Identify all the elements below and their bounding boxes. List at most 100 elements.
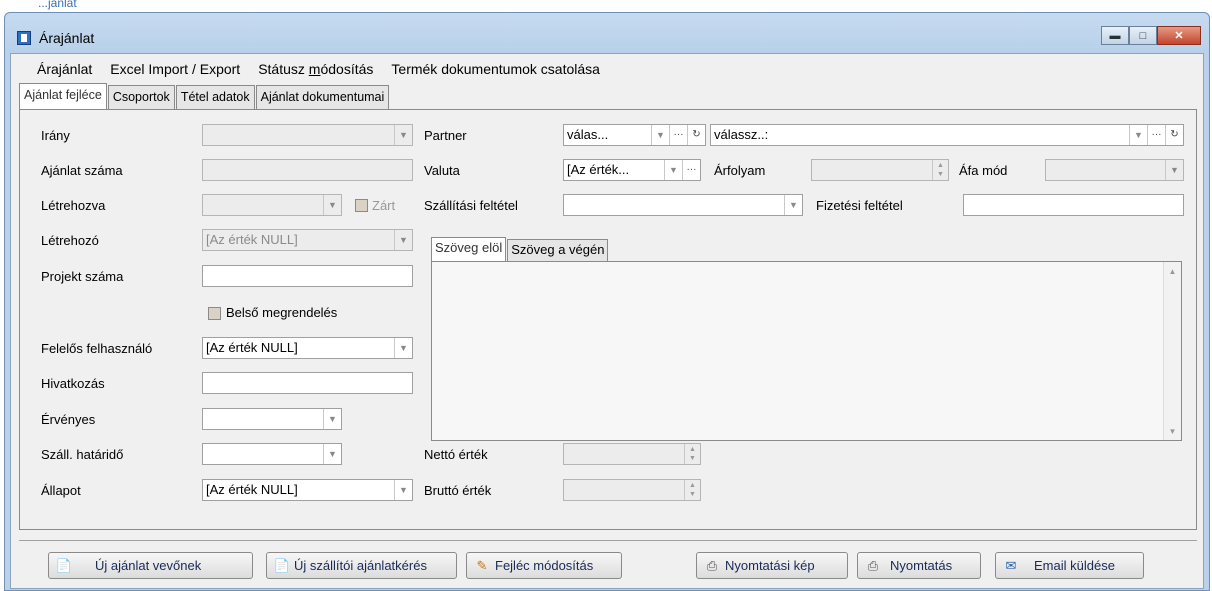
vertical-scrollbar[interactable]: ▲ ▼ bbox=[1163, 262, 1181, 440]
brutto-ertek-field[interactable]: ▲ ▼ bbox=[563, 479, 701, 501]
fizetesi-feltetel-field[interactable] bbox=[963, 194, 1184, 216]
chevron-down-icon: ▼ bbox=[323, 444, 341, 464]
scroll-up-icon[interactable]: ▲ bbox=[1164, 262, 1181, 280]
maximize-button[interactable]: □ bbox=[1129, 26, 1157, 45]
ajanlat-szama-field[interactable] bbox=[202, 159, 413, 181]
valuta-label: Valuta bbox=[424, 163, 460, 178]
menu-arajanlat[interactable]: Árajánlat bbox=[37, 61, 92, 77]
belso-megrendeles-checkbox[interactable] bbox=[208, 307, 221, 320]
app-window: Árajánlat ▬ □ ✕ Árajánlat Excel Import /… bbox=[4, 12, 1210, 591]
text-tabs: Szöveg elöl Szöveg a végén bbox=[431, 237, 609, 261]
fizetesi-feltetel-label: Fizetési feltétel bbox=[816, 198, 903, 213]
projekt-szama-label: Projekt száma bbox=[41, 269, 124, 284]
chevron-down-icon: ▼ bbox=[784, 195, 802, 215]
afa-mod-select[interactable]: ▼ bbox=[1045, 159, 1184, 181]
projekt-szama-field[interactable] bbox=[202, 265, 413, 287]
szall-hatarido-label: Száll. határidő bbox=[41, 447, 124, 462]
partner-name-select[interactable]: válassz..: ▼ ··· ↻ bbox=[710, 124, 1184, 146]
print-icon: ⎙ bbox=[867, 557, 879, 573]
netto-ertek-label: Nettó érték bbox=[424, 447, 488, 462]
ervenyes-date[interactable]: ▼ bbox=[202, 408, 342, 430]
menu-termek-dokumentumok[interactable]: Termék dokumentumok csatolása bbox=[391, 61, 600, 77]
nyomtatas-button[interactable]: ⎙ Nyomtatás bbox=[857, 552, 981, 579]
background-window-text: ...jánlat bbox=[38, 0, 77, 10]
fejlec-modositas-label: Fejléc módosítás bbox=[495, 558, 594, 573]
ellipsis-icon[interactable]: ··· bbox=[682, 160, 700, 180]
allapot-select[interactable]: [Az érték NULL] ▼ bbox=[202, 479, 413, 501]
new-offer-icon: 📄 bbox=[55, 557, 73, 573]
uj-szallitoi-ajanlatkeres-button[interactable]: 📄 Új szállítói ajánlatkérés bbox=[266, 552, 457, 579]
hivatkozas-label: Hivatkozás bbox=[41, 376, 105, 391]
tab-szoveg-elol[interactable]: Szöveg elöl bbox=[431, 237, 507, 261]
nyomtatas-label: Nyomtatás bbox=[890, 558, 953, 573]
nyomtatasi-kep-button[interactable]: ⎙ Nyomtatási kép bbox=[696, 552, 848, 579]
menu-excel-import-export[interactable]: Excel Import / Export bbox=[110, 61, 240, 77]
title-bar[interactable]: Árajánlat ▬ □ ✕ bbox=[5, 13, 1209, 53]
belso-megrendeles-label: Belső megrendelés bbox=[226, 305, 338, 320]
ellipsis-icon[interactable]: ··· bbox=[1147, 125, 1165, 145]
chevron-down-icon: ▼ bbox=[394, 230, 412, 250]
bottom-toolbar: 📄 Új ajánlat vevőnek 📄 Új szállítói aján… bbox=[19, 540, 1197, 584]
letrehozva-label: Létrehozva bbox=[41, 198, 106, 213]
menu-bar: Árajánlat Excel Import / Export Státusz … bbox=[11, 54, 1203, 84]
uj-ajanlat-vevonek-label: Új ajánlat vevőnek bbox=[95, 558, 202, 573]
hivatkozas-field[interactable] bbox=[202, 372, 413, 394]
zart-checkbox[interactable] bbox=[355, 199, 368, 212]
print-preview-icon: ⎙ bbox=[706, 557, 718, 573]
irany-label: Irány bbox=[41, 128, 70, 143]
spinner-icon[interactable]: ▲ ▼ bbox=[932, 160, 948, 180]
irany-select[interactable]: ▼ bbox=[202, 124, 413, 146]
partner-code-select[interactable]: válas... ▼ ··· ↻ bbox=[563, 124, 706, 146]
szall-hatarido-date[interactable]: ▼ bbox=[202, 443, 342, 465]
chevron-down-icon: ▼ bbox=[1129, 125, 1147, 145]
tab-csoportok[interactable]: Csoportok bbox=[107, 85, 175, 109]
letrehozva-date[interactable]: ▼ bbox=[202, 194, 342, 216]
letrehozo-select[interactable]: [Az érték NULL] ▼ bbox=[202, 229, 413, 251]
app-icon bbox=[17, 31, 31, 45]
arfolyam-field[interactable]: ▲ ▼ bbox=[811, 159, 949, 181]
email-kuldese-button[interactable]: ✉ Email küldése bbox=[995, 552, 1144, 579]
afa-mod-label: Áfa mód bbox=[959, 163, 1008, 178]
scroll-down-icon[interactable]: ▼ bbox=[1164, 422, 1181, 440]
valuta-select[interactable]: [Az érték... ▼ ··· bbox=[563, 159, 701, 181]
fejlec-modositas-button[interactable]: ✎ Fejléc módosítás bbox=[466, 552, 622, 579]
menu-statusz-modositas[interactable]: Státusz módosítás bbox=[258, 61, 373, 77]
nyomtatasi-kep-label: Nyomtatási kép bbox=[725, 558, 815, 573]
chevron-down-icon: ▼ bbox=[323, 409, 341, 429]
zart-label: Zárt bbox=[372, 198, 396, 213]
refresh-icon[interactable]: ↻ bbox=[687, 125, 705, 145]
chevron-down-icon: ▼ bbox=[651, 125, 669, 145]
background-strip: ...jánlat bbox=[0, 0, 1212, 12]
tab-ajanlat-fejlece[interactable]: Ajánlat fejléce bbox=[19, 83, 107, 109]
felelos-felhasznalo-select[interactable]: [Az érték NULL] ▼ bbox=[202, 337, 413, 359]
chevron-down-icon: ▼ bbox=[664, 160, 682, 180]
netto-ertek-field[interactable]: ▲ ▼ bbox=[563, 443, 701, 465]
spinner-icon[interactable]: ▲ ▼ bbox=[684, 444, 700, 464]
refresh-icon[interactable]: ↻ bbox=[1165, 125, 1183, 145]
main-tabs: Ajánlat fejléce Csoportok Tétel adatok A… bbox=[19, 83, 390, 109]
edit-header-icon: ✎ bbox=[476, 557, 488, 573]
ellipsis-icon[interactable]: ··· bbox=[669, 125, 687, 145]
tab-tetel-adatok[interactable]: Tétel adatok bbox=[175, 85, 255, 109]
chevron-down-icon: ▼ bbox=[394, 125, 412, 145]
felelos-felhasznalo-label: Felelős felhasználó bbox=[41, 341, 153, 356]
letrehozo-label: Létrehozó bbox=[41, 233, 99, 248]
ervenyes-label: Érvényes bbox=[41, 412, 96, 427]
uj-ajanlat-vevonek-button[interactable]: 📄 Új ajánlat vevőnek bbox=[48, 552, 253, 579]
chevron-down-icon: ▼ bbox=[394, 338, 412, 358]
email-kuldese-label: Email küldése bbox=[1034, 558, 1115, 573]
tab-ajanlat-dokumentumai[interactable]: Ajánlat dokumentumai bbox=[255, 85, 390, 109]
szoveg-textarea[interactable]: ▲ ▼ bbox=[431, 261, 1182, 441]
spinner-icon[interactable]: ▲ ▼ bbox=[684, 480, 700, 500]
szallitasi-feltetel-label: Szállítási feltétel bbox=[424, 198, 518, 213]
email-icon: ✉ bbox=[1005, 557, 1017, 573]
allapot-label: Állapot bbox=[41, 483, 81, 498]
chevron-down-icon: ▼ bbox=[323, 195, 341, 215]
window-title: Árajánlat bbox=[39, 30, 95, 46]
szallitasi-feltetel-select[interactable]: ▼ bbox=[563, 194, 803, 216]
tab-szoveg-a-vegen[interactable]: Szöveg a végén bbox=[507, 239, 609, 261]
uj-szallitoi-ajanlatkeres-label: Új szállítói ajánlatkérés bbox=[294, 558, 427, 573]
minimize-button[interactable]: ▬ bbox=[1101, 26, 1129, 45]
close-button[interactable]: ✕ bbox=[1157, 26, 1201, 45]
arfolyam-label: Árfolyam bbox=[714, 163, 766, 178]
